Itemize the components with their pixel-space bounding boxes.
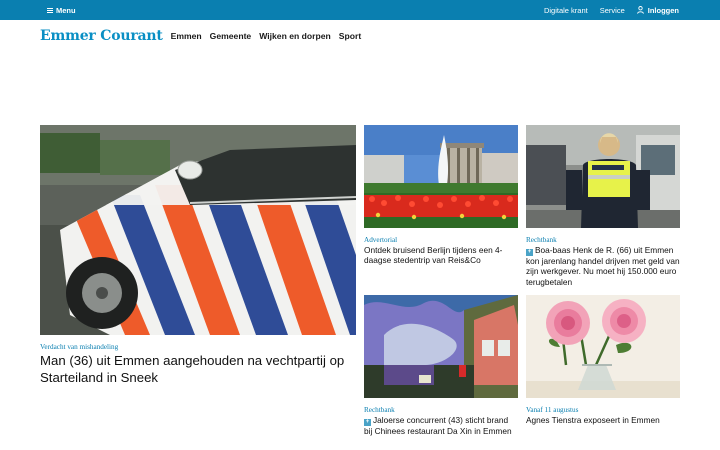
article-kicker: Advertorial <box>364 236 398 244</box>
article-berlin[interactable]: Advertorial Ontdek bruisend Berlijn tijd… <box>364 125 518 270</box>
article-fire[interactable]: Rechtbank + Jaloerse concurrent (43) stic… <box>364 295 518 450</box>
hamburger-icon <box>47 7 53 13</box>
article-boa[interactable]: Rechtbank + Boa-baas Henk de R. (66) uit … <box>526 125 680 290</box>
police-car-image <box>40 125 356 335</box>
nav-item-emmen[interactable]: Emmen <box>171 31 202 41</box>
login-button[interactable]: Inloggen <box>636 5 679 15</box>
article-title-text: Boa-baas Henk de R. (66) uit Emmen kon j… <box>526 245 680 287</box>
article-roses[interactable]: Vanaf 11 augustus Agnes Tienstra exposee… <box>526 295 680 430</box>
article-title[interactable]: + Boa-baas Henk de R. (66) uit Emmen kon … <box>526 245 680 287</box>
premium-icon: + <box>526 249 533 256</box>
nav-item-gemeente[interactable]: Gemeente <box>210 31 252 41</box>
rose-painting-image <box>526 295 680 398</box>
article-kicker: Vanaf 11 augustus <box>526 406 579 414</box>
brandenburg-gate-image <box>364 125 518 228</box>
site-logo[interactable]: Emmer Courant <box>40 28 163 44</box>
article-kicker: Verdacht van mishandeling <box>40 343 119 351</box>
article-title-text: Jaloerse concurrent (43) sticht brand bi… <box>364 415 512 436</box>
service-link[interactable]: Service <box>600 6 625 15</box>
article-kicker: Rechtbank <box>526 236 557 244</box>
masthead: Emmer Courant Emmen Gemeente Wijken en d… <box>40 27 361 45</box>
article-title[interactable]: Agnes Tienstra exposeert in Emmen <box>526 415 680 425</box>
user-icon <box>636 6 644 14</box>
menu-button[interactable]: Menu <box>47 0 76 20</box>
login-label: Inloggen <box>647 5 679 15</box>
fire-scene-image <box>364 295 518 398</box>
article-title[interactable]: + Jaloerse concurrent (43) sticht brand b… <box>364 415 518 436</box>
article-title[interactable]: Ontdek bruisend Berlijn tijdens een 4-da… <box>364 245 518 266</box>
article-title[interactable]: Man (36) uit Emmen aangehouden na vechtp… <box>40 353 350 386</box>
article-main[interactable]: Verdacht van mishandeling Man (36) uit E… <box>40 125 356 390</box>
nav-item-wijken-en-dorpen[interactable]: Wijken en dorpen <box>259 31 331 41</box>
digital-paper-link[interactable]: Digitale krant <box>544 6 588 15</box>
article-kicker: Rechtbank <box>364 406 395 414</box>
premium-icon: + <box>364 419 371 426</box>
menu-label: Menu <box>56 5 76 15</box>
nav-item-sport[interactable]: Sport <box>339 31 361 41</box>
main-nav: Emmen Gemeente Wijken en dorpen Sport <box>171 31 362 41</box>
enforcement-officer-image <box>526 125 680 228</box>
top-bar: Menu Digitale krant Service Inloggen <box>0 0 720 20</box>
